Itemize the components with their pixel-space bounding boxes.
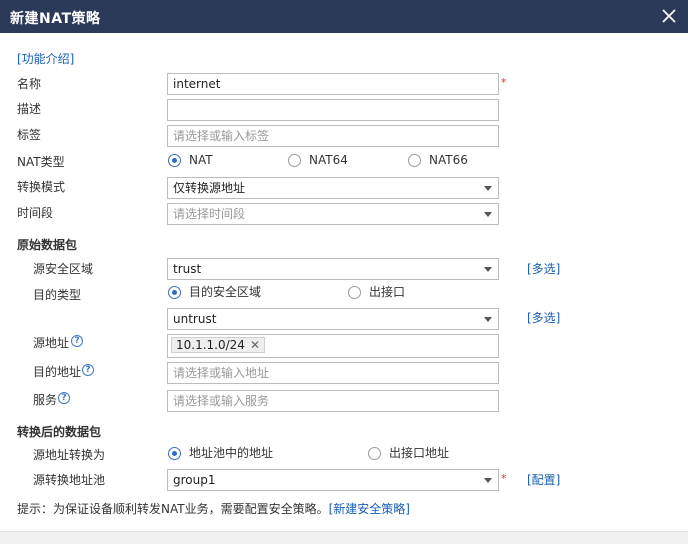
- nat-type-radio-nat[interactable]: NAT: [168, 153, 248, 169]
- radio-selected-icon: [168, 447, 181, 460]
- radio-unselected-icon: [408, 154, 421, 167]
- name-label: 名称: [17, 77, 42, 91]
- new-security-policy-link[interactable]: [新建安全策略]: [329, 502, 410, 516]
- dest-type-radio-zone[interactable]: 目的安全区域: [168, 285, 298, 301]
- required-mark: *: [501, 472, 507, 485]
- dest-address-input[interactable]: 请选择或输入地址: [167, 362, 499, 384]
- help-icon[interactable]: ?: [58, 392, 70, 404]
- original-packet-heading: 原始数据包: [17, 238, 78, 252]
- remove-tag-icon[interactable]: ✕: [250, 338, 260, 352]
- address-pool-value: group1: [173, 473, 216, 487]
- dest-zone-value: untrust: [173, 312, 217, 326]
- service-input[interactable]: 请选择或输入服务: [167, 390, 499, 412]
- description-input[interactable]: [167, 99, 499, 121]
- source-zone-label: 源安全区域: [33, 262, 94, 276]
- dest-address-label: 目的地址: [33, 365, 82, 379]
- service-label: 服务: [33, 393, 58, 407]
- help-icon[interactable]: ?: [71, 335, 83, 347]
- source-translate-option-label: 地址池中的地址: [189, 446, 274, 460]
- feature-intro-link[interactable]: [功能介绍]: [17, 50, 74, 67]
- source-address-label: 源地址: [33, 336, 70, 350]
- chevron-down-icon: [484, 212, 492, 217]
- description-label: 描述: [17, 102, 42, 116]
- nat-type-option-label: NAT: [189, 153, 213, 167]
- radio-unselected-icon: [368, 447, 381, 460]
- dest-zone-multi-select-link[interactable]: [多选]: [527, 309, 560, 326]
- source-translate-radio-pool[interactable]: 地址池中的地址: [168, 446, 308, 462]
- dest-type-option-label: 目的安全区域: [189, 285, 262, 299]
- radio-selected-icon: [168, 154, 181, 167]
- dest-type-label: 目的类型: [33, 288, 82, 302]
- nat-type-radio-nat66[interactable]: NAT66: [408, 153, 488, 169]
- address-pool-config-link[interactable]: [配置]: [527, 471, 560, 488]
- required-mark: *: [501, 76, 507, 89]
- chevron-down-icon: [484, 317, 492, 322]
- source-zone-select[interactable]: trust: [167, 258, 499, 280]
- source-zone-multi-select-link[interactable]: [多选]: [527, 260, 560, 277]
- close-icon[interactable]: [659, 6, 679, 26]
- address-tag-label: 10.1.1.0/24: [176, 338, 245, 352]
- nat-type-radio-nat64[interactable]: NAT64: [288, 153, 368, 169]
- source-zone-value: trust: [173, 262, 202, 276]
- conversion-mode-select[interactable]: 仅转换源地址: [167, 177, 499, 199]
- name-input[interactable]: internet: [167, 73, 499, 95]
- chevron-down-icon: [484, 186, 492, 191]
- dest-type-option-label: 出接口: [369, 285, 406, 299]
- nat-type-label: NAT类型: [17, 155, 65, 169]
- hint-row: 提示：为保证设备顺利转发NAT业务，需要配置安全策略。[新建安全策略]: [17, 500, 410, 517]
- tag-label: 标签: [17, 128, 42, 142]
- dialog-footer: [0, 531, 688, 544]
- radio-selected-icon: [168, 286, 181, 299]
- time-range-label: 时间段: [17, 206, 54, 220]
- address-pool-select[interactable]: group1: [167, 469, 499, 491]
- source-address-input[interactable]: 10.1.1.0/24 ✕: [167, 334, 499, 358]
- radio-unselected-icon: [288, 154, 301, 167]
- translated-packet-heading: 转换后的数据包: [17, 425, 102, 439]
- source-translate-option-label: 出接口地址: [389, 446, 450, 460]
- conversion-mode-label: 转换模式: [17, 180, 66, 194]
- dest-type-radio-interface[interactable]: 出接口: [348, 285, 448, 301]
- dialog-title: 新建NAT策略: [10, 11, 101, 27]
- help-icon[interactable]: ?: [82, 364, 94, 376]
- nat-type-option-label: NAT66: [429, 153, 468, 167]
- chevron-down-icon: [484, 478, 492, 483]
- source-translate-radio-interface[interactable]: 出接口地址: [368, 446, 478, 462]
- time-range-placeholder: 请选择时间段: [173, 207, 246, 221]
- address-tag: 10.1.1.0/24 ✕: [171, 337, 265, 353]
- dest-zone-select[interactable]: untrust: [167, 308, 499, 330]
- conversion-mode-value: 仅转换源地址: [173, 181, 246, 195]
- tag-input[interactable]: 请选择或输入标签: [167, 125, 499, 147]
- radio-unselected-icon: [348, 286, 361, 299]
- chevron-down-icon: [484, 267, 492, 272]
- nat-type-option-label: NAT64: [309, 153, 348, 167]
- source-translate-label: 源地址转换为: [33, 448, 106, 462]
- dialog-titlebar: 新建NAT策略: [0, 0, 688, 33]
- address-pool-label: 源转换地址池: [33, 473, 106, 487]
- hint-text: 提示：为保证设备顺利转发NAT业务，需要配置安全策略。: [17, 502, 329, 516]
- time-range-select[interactable]: 请选择时间段: [167, 203, 499, 225]
